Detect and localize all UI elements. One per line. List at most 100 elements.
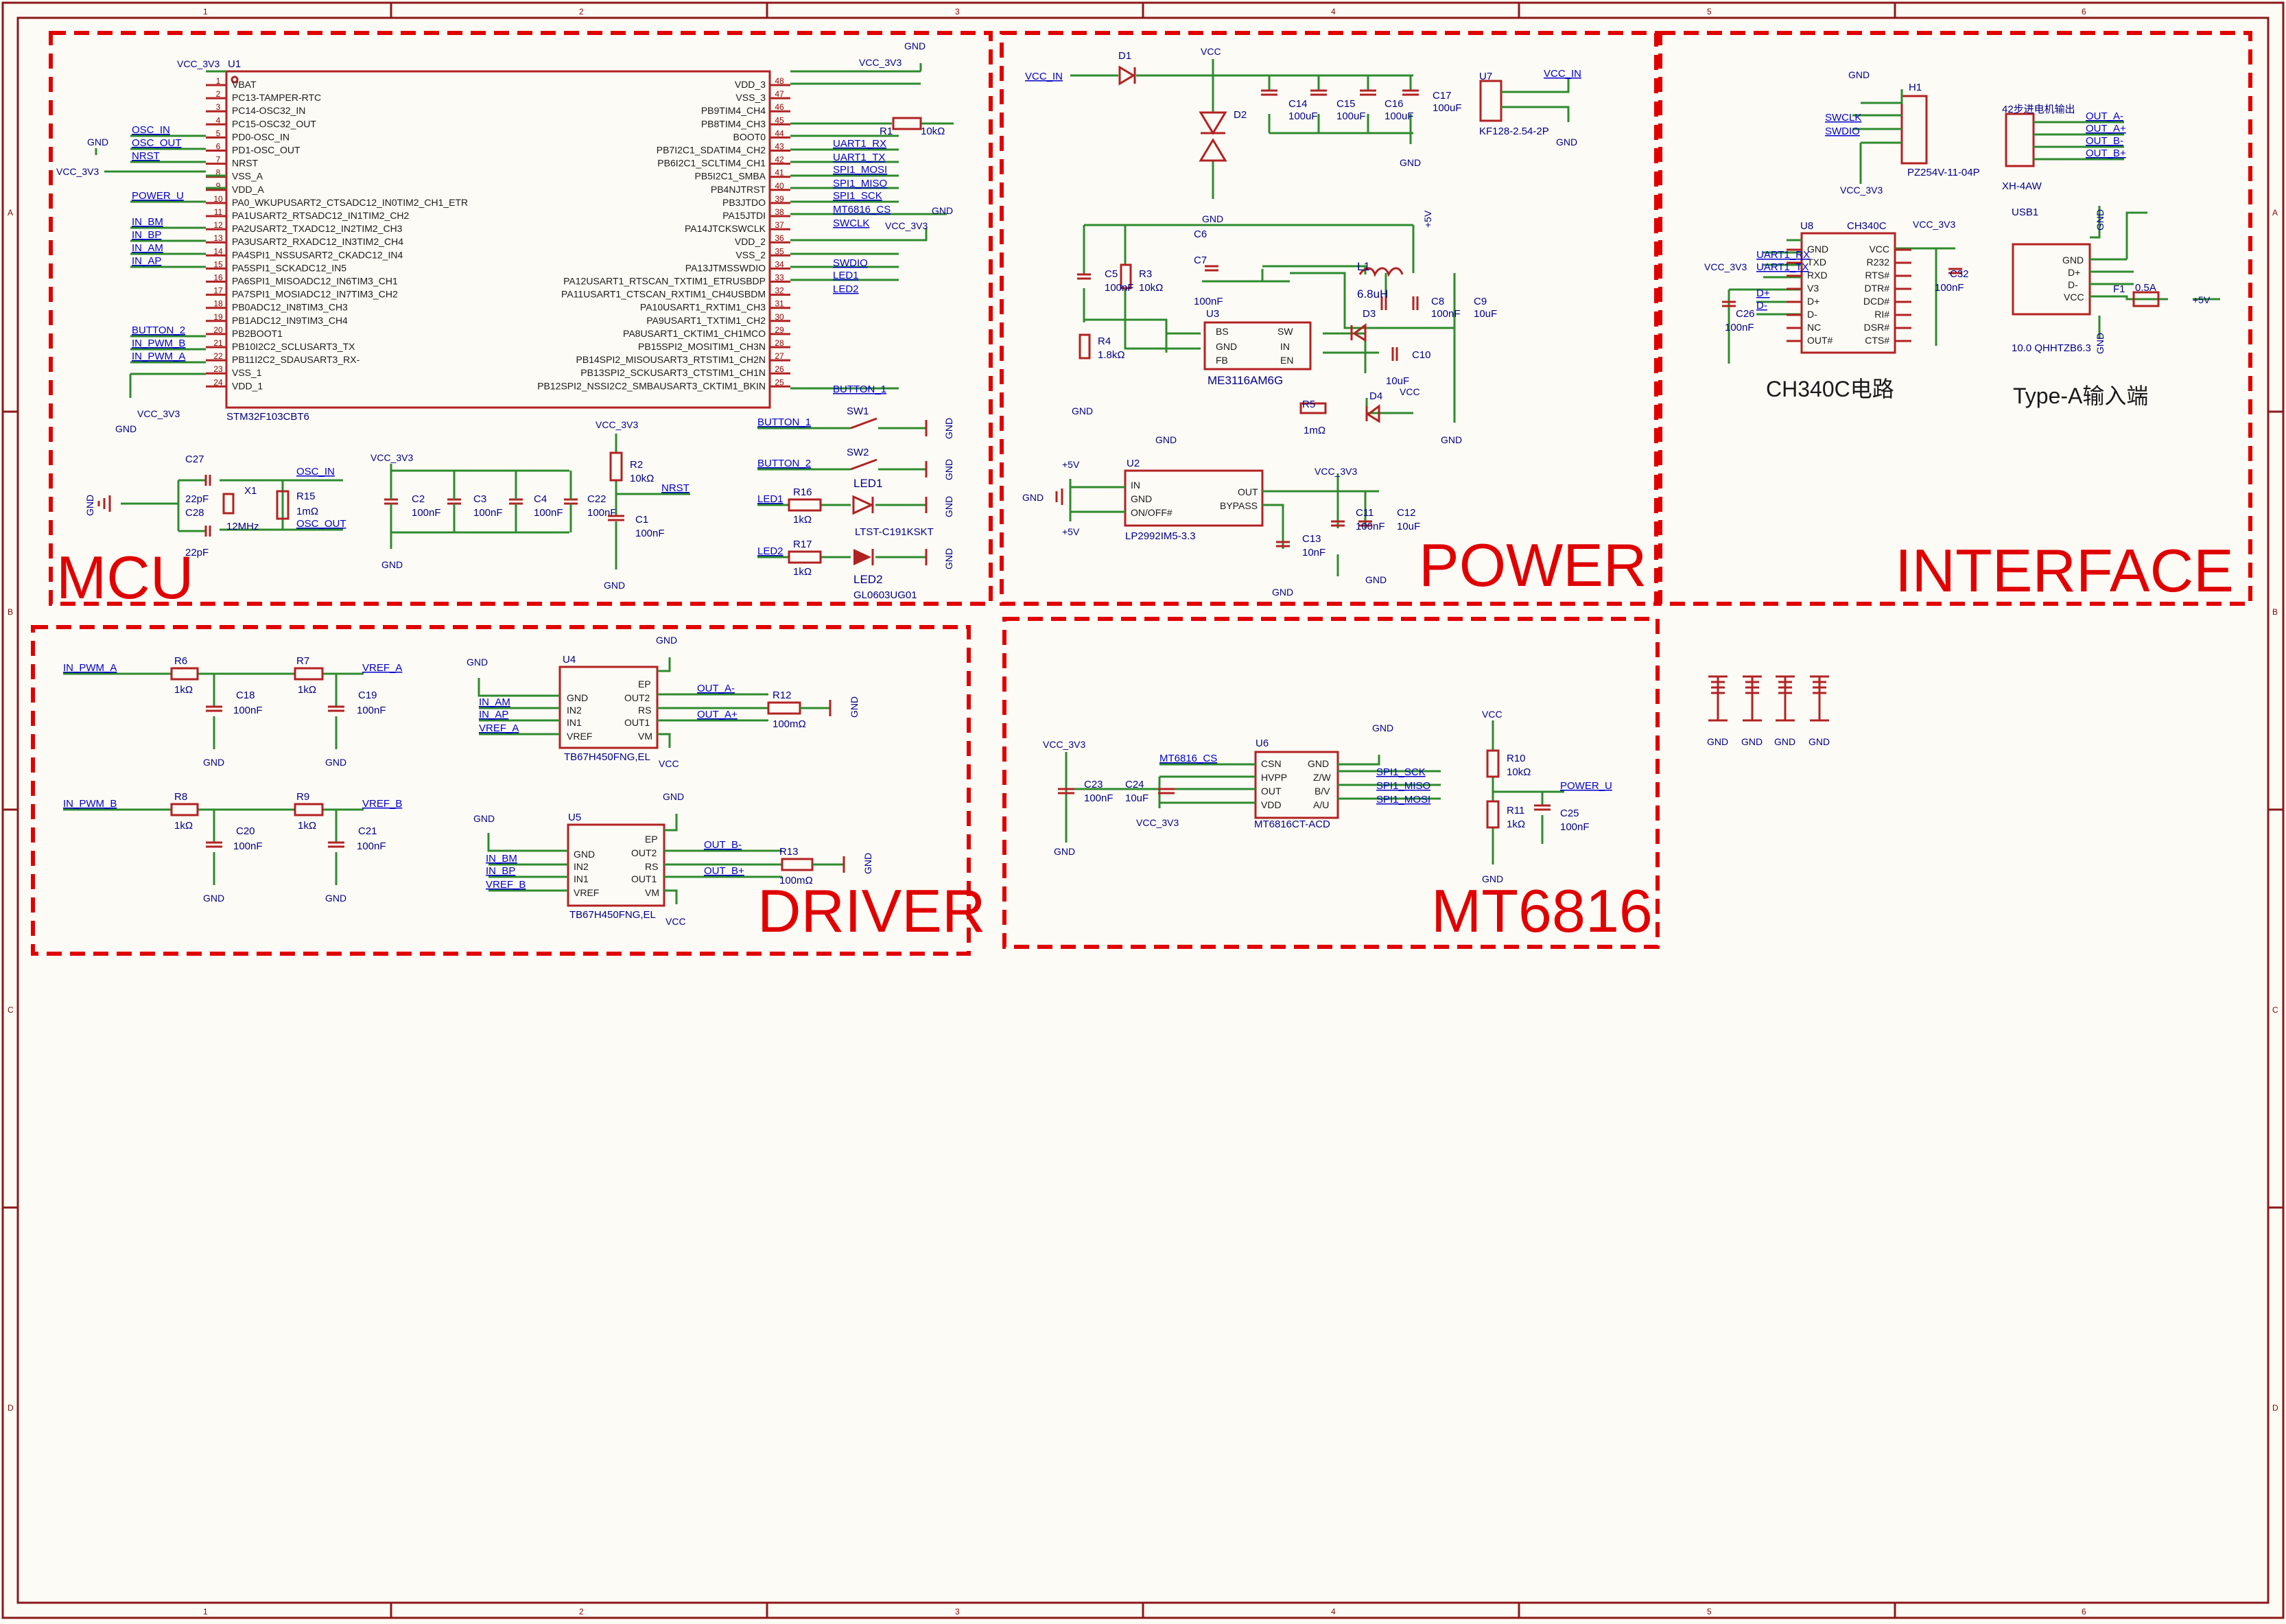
c18-ref: C18 (236, 690, 255, 701)
net-label: MT6816_CS (833, 204, 891, 215)
frame-col-label: 4 (1331, 7, 1336, 16)
net-label: IN_PWM_A (63, 662, 117, 674)
usb-pin: VCC (2064, 292, 2084, 303)
pin-number: 24 (213, 377, 223, 387)
r11-value: 1kΩ (1507, 819, 1525, 830)
net-label: OUT_A- (2086, 110, 2123, 122)
r16-value: 1kΩ (793, 514, 812, 526)
u7-gnd: GND (1556, 137, 1577, 148)
net-label: SPI1_SCK (833, 190, 882, 202)
driver-section: IN_PWM_A R6 1kΩ C18 100nF R7 1kΩ C19 100… (63, 635, 873, 927)
u5-pin: IN2 (574, 861, 589, 872)
pin-name: PB12SPI2_NSSI2C2_SMBAUSART3_CKTIM1_BKIN (537, 380, 766, 391)
mcu-gnd-label-4: GND (932, 205, 953, 216)
pin-name: BOOT0 (733, 131, 766, 142)
frame-col-label: 6 (2082, 1607, 2086, 1616)
pin-number: 39 (775, 194, 784, 204)
pin-name: RTS# (1865, 270, 1889, 281)
buck-5v: +5V (1422, 210, 1433, 228)
mount-gnd: GND (1707, 736, 1728, 747)
mt6816-pin: VDD (1261, 799, 1282, 810)
pin-name: D+ (1807, 296, 1819, 307)
pin-number: 34 (775, 259, 784, 269)
decoupling-caps (384, 464, 578, 549)
mcu-vcc-label-3: VCC_3V3 (137, 408, 180, 419)
r1-ref: R1 (880, 126, 893, 137)
pin-name: GND (1807, 244, 1828, 255)
pin-number: 27 (775, 351, 784, 361)
mt6816-pin: GND (1308, 758, 1329, 769)
xh-body (2005, 113, 2035, 167)
pin-number: 40 (775, 181, 784, 191)
pin-name: PC15-OSC32_OUT (232, 118, 316, 129)
rc-gnd: GND (203, 893, 224, 904)
cap-ref: C15 (1336, 98, 1356, 110)
xh-title: 42步进电机输出 (2002, 104, 2075, 115)
frame-col-label: 5 (1707, 7, 1712, 16)
pin-number: 30 (775, 312, 784, 322)
cap-ref: C2 (412, 493, 425, 505)
c11-value: 100nF (1356, 521, 1385, 532)
mcu-gnd-label-2: GND (115, 423, 137, 434)
frame-row-label: B (2272, 607, 2278, 617)
pin-number: 9 (216, 181, 221, 191)
led-gnd: GND (943, 548, 954, 569)
frame-col-label: 4 (1331, 1607, 1336, 1616)
r15-ref: R15 (296, 491, 316, 502)
frame-row-label: C (8, 1005, 14, 1015)
cap-value: 100uF (1336, 110, 1366, 122)
u5-pin: RS (645, 861, 658, 872)
pin-name: PA14JTCKSWCLK (685, 223, 766, 234)
d4-ref: D4 (1369, 390, 1382, 402)
schematic-sheet: 1 2 3 4 5 6 1 2 3 4 5 6 A B C D A B C D … (0, 0, 2286, 1621)
d2-ref: D2 (1234, 109, 1247, 121)
x1-value: 12MHz (226, 521, 259, 532)
c1-value: 100nF (635, 528, 665, 539)
mounting-holes: GND GND GND GND (1707, 675, 1830, 747)
pin-name: PA8USART1_CKTIM1_CH1MCO (623, 328, 766, 339)
buck-pin: FB (1216, 355, 1228, 366)
mount-gnd: GND (1808, 736, 1830, 747)
net-label: OUT_A+ (697, 709, 738, 720)
r5-value: 1mΩ (1304, 425, 1325, 436)
pin-name: VDD_3 (735, 79, 766, 90)
d1-ref: D1 (1118, 50, 1131, 62)
c23-value: 100nF (1084, 792, 1113, 804)
u5-pin: EP (645, 834, 658, 845)
pin-name: PB13SPI2_SCKUSART3_CTSTIM1_CH1N (580, 367, 766, 378)
pin-number: 33 (775, 273, 784, 283)
c26-value: 100nF (1725, 322, 1754, 333)
c24-value: 10uF (1125, 792, 1148, 804)
sw1-ref: SW1 (847, 405, 869, 417)
pin-name: PC14-OSC32_IN (232, 105, 305, 116)
net-label: MT6816_CS (1159, 753, 1217, 764)
reset-vcc: VCC_3V3 (596, 419, 638, 430)
d3-ref: D3 (1363, 308, 1376, 320)
net-label: VREF_B (362, 798, 402, 810)
ch340-vcc: VCC_3V3 (1704, 261, 1747, 272)
rc-filter-a (63, 667, 364, 749)
u5-pin: OUT2 (631, 847, 657, 858)
pin-name: PA6SPI1_MISOADC12_IN6TIM3_CH1 (232, 276, 398, 287)
buck-pin: BS (1216, 326, 1229, 337)
pin-name: R232 (1867, 257, 1890, 268)
pin-number: 36 (775, 233, 784, 243)
u4-pin: VM (638, 731, 652, 742)
pin-number: 38 (775, 207, 784, 217)
r17-value: 1kΩ (793, 566, 812, 578)
led1-part: LTST-C191KSKT (855, 526, 934, 538)
pin-name: VCC (1869, 244, 1889, 255)
mt6816-vcc: VCC_3V3 (1043, 739, 1085, 750)
pin-number: 12 (213, 220, 223, 230)
pin-name: D- (1807, 309, 1817, 320)
pin-number: 45 (775, 115, 784, 125)
c21-ref: C21 (358, 825, 377, 837)
pin-name: PA10USART1_RXTIM1_CH3 (640, 302, 766, 313)
net-label: SWCLK (1825, 112, 1861, 123)
usb-ref: USB1 (2012, 207, 2038, 218)
u5-pin: GND (574, 849, 595, 860)
net-label: SPI1_MOSI (833, 164, 887, 176)
c23-ref: C23 (1084, 779, 1103, 790)
u5-ref: U5 (568, 812, 581, 823)
pin-number: 7 (216, 155, 221, 165)
